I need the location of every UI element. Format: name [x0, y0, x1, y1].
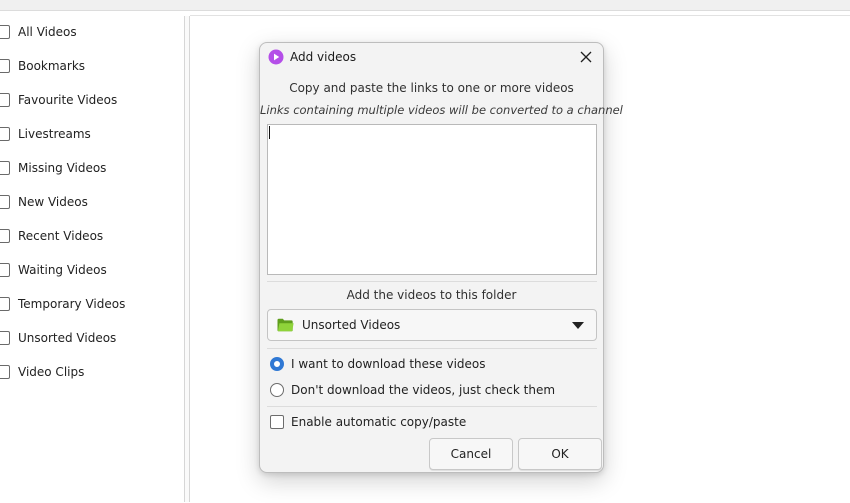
radio-download[interactable]: I want to download these videos [270, 354, 486, 374]
checkbox-icon[interactable] [0, 229, 10, 243]
close-button[interactable] [575, 47, 597, 67]
checkbox-icon[interactable] [0, 331, 10, 345]
checkbox-icon[interactable] [0, 195, 10, 209]
radio-check-only[interactable]: Don't download the videos, just check th… [270, 380, 555, 400]
checkbox-icon[interactable] [0, 297, 10, 311]
radio-check-only-label: Don't download the videos, just check th… [291, 383, 556, 397]
checkbox-icon[interactable] [0, 59, 10, 73]
folder-selected-value: Unsorted Videos [302, 318, 401, 332]
radio-download-label: I want to download these videos [291, 357, 486, 371]
top-toolbar-strip [0, 0, 850, 11]
ok-button[interactable]: OK [518, 438, 602, 470]
dialog-hint: Links containing multiple videos will be… [260, 103, 623, 117]
divider [267, 348, 597, 349]
auto-copy-label: Enable automatic copy/paste [291, 415, 467, 429]
sidebar-item-video-clips[interactable]: Video Clips [0, 362, 180, 382]
checkbox-icon[interactable] [0, 263, 10, 277]
dialog-instructions: Copy and paste the links to one or more … [289, 81, 574, 95]
divider [267, 406, 597, 407]
sidebar-item-label: Unsorted Videos [18, 331, 117, 345]
sidebar-item-label: New Videos [18, 195, 88, 209]
sidebar: All Videos Bookmarks Favourite Videos Li… [0, 11, 184, 502]
sidebar-item-favourite-videos[interactable]: Favourite Videos [0, 90, 180, 110]
sidebar-item-label: Missing Videos [18, 161, 107, 175]
checkbox-icon[interactable] [0, 161, 10, 175]
play-circle-icon [268, 49, 284, 65]
sidebar-item-livestreams[interactable]: Livestreams [0, 124, 180, 144]
sidebar-item-recent-videos[interactable]: Recent Videos [0, 226, 180, 246]
checkbox-icon[interactable] [0, 93, 10, 107]
sidebar-item-missing-videos[interactable]: Missing Videos [0, 158, 180, 178]
dialog-title: Add videos [290, 50, 357, 64]
sidebar-item-waiting-videos[interactable]: Waiting Videos [0, 260, 180, 280]
sidebar-item-label: Waiting Videos [18, 263, 107, 277]
text-caret [269, 126, 270, 139]
cancel-button[interactable]: Cancel [429, 438, 513, 470]
auto-copy-checkbox[interactable]: Enable automatic copy/paste [270, 412, 466, 432]
checkbox-icon[interactable] [0, 25, 10, 39]
close-icon [580, 51, 592, 63]
sidebar-item-bookmarks[interactable]: Bookmarks [0, 56, 180, 76]
checkbox-icon[interactable] [0, 365, 10, 379]
sidebar-item-label: Favourite Videos [18, 93, 118, 107]
folder-icon [277, 318, 294, 332]
sidebar-item-temporary-videos[interactable]: Temporary Videos [0, 294, 180, 314]
sidebar-item-unsorted-videos[interactable]: Unsorted Videos [0, 328, 180, 348]
chevron-down-icon [572, 322, 584, 329]
sidebar-item-label: Recent Videos [18, 229, 104, 243]
sidebar-item-all-videos[interactable]: All Videos [0, 22, 180, 42]
sidebar-item-label: All Videos [18, 25, 77, 39]
checkbox-icon[interactable] [270, 415, 284, 429]
sidebar-item-new-videos[interactable]: New Videos [0, 192, 180, 212]
sidebar-item-label: Bookmarks [18, 59, 86, 73]
radio-selected-icon[interactable] [270, 357, 284, 371]
video-links-input[interactable] [267, 124, 597, 275]
sidebar-item-label: Temporary Videos [18, 297, 126, 311]
checkbox-icon[interactable] [0, 127, 10, 141]
folder-label: Add the videos to this folder [346, 288, 517, 302]
radio-unselected-icon[interactable] [270, 383, 284, 397]
divider [267, 281, 597, 282]
add-videos-dialog: Add videos Copy and paste the links to o… [259, 42, 623, 473]
sidebar-item-label: Video Clips [18, 365, 85, 379]
folder-dropdown[interactable]: Unsorted Videos [267, 309, 597, 341]
sidebar-item-label: Livestreams [18, 127, 91, 141]
